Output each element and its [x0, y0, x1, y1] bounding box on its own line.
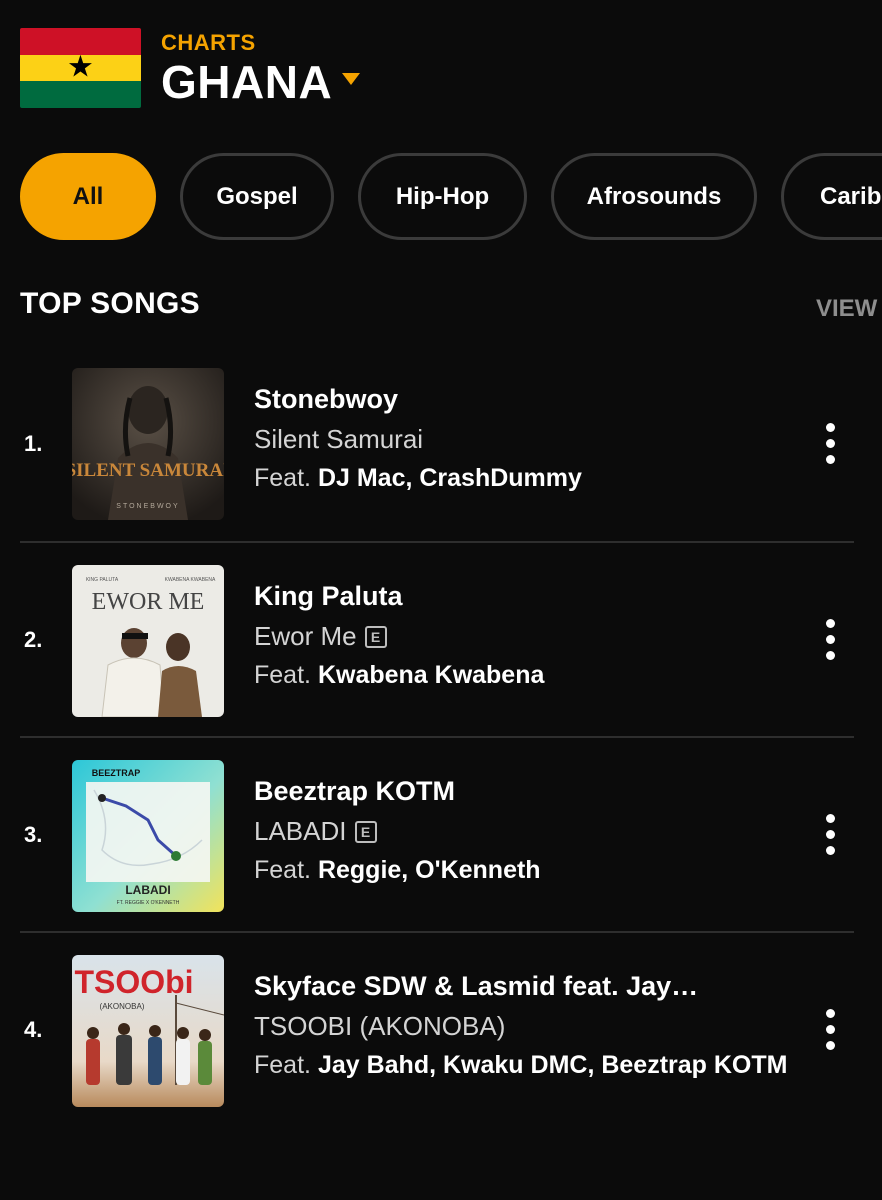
genre-pill-all[interactable]: All — [20, 153, 156, 240]
album-art-subtext-right: KWABENA KWABENA — [165, 577, 216, 583]
feat-label: Feat. — [254, 661, 311, 689]
song-artist[interactable]: Beeztrap KOTM — [254, 776, 724, 807]
song-artist[interactable]: Skyface SDW & Lasmid feat. Jay… — [254, 971, 724, 1002]
song-rank: 1. — [24, 430, 43, 456]
album-art[interactable]: TSOObi (AKONOBA) — [72, 955, 224, 1107]
album-art-subtext: FT. REGGIE X O'KENNETH — [117, 900, 180, 906]
ghana-flag-icon: ★ — [20, 28, 141, 108]
album-art-top-text: BEEZTRAP — [92, 768, 141, 778]
song-featuring: Feat. Kwabena Kwabena — [254, 661, 814, 690]
feat-artists[interactable]: Reggie, O'Kenneth — [318, 856, 541, 884]
song-featuring: Feat. Jay Bahd, Kwaku DMC, Beeztrap KOTM — [254, 1051, 814, 1080]
more-options-icon[interactable] — [812, 738, 848, 931]
song-info: Stonebwoy Silent Samurai Feat. DJ Mac, C… — [254, 384, 814, 493]
album-art[interactable]: BEEZTRAP LABADI FT. REGGIE X O'KENNETH — [72, 760, 224, 912]
caret-down-icon — [342, 73, 361, 86]
song-title[interactable]: Silent Samurai — [254, 424, 814, 455]
view-all-link[interactable]: VIEW — [816, 295, 877, 323]
song-rank: 4. — [24, 1016, 43, 1042]
genre-pill-carib[interactable]: Carib — [781, 153, 882, 240]
feat-artists[interactable]: Jay Bahd, Kwaku DMC, Beeztrap KOTM — [318, 1051, 788, 1079]
more-options-icon[interactable] — [812, 933, 848, 1126]
feat-label: Feat. — [254, 856, 311, 884]
album-art-subtext-left: KING PALUTA — [86, 577, 119, 583]
feat-label: Feat. — [254, 1051, 311, 1079]
song-title[interactable]: LABADI E — [254, 816, 814, 847]
charts-header: ★ CHARTS GHANA — [20, 28, 361, 108]
genre-filter-bar: All Gospel Hip-Hop Afrosounds Carib — [20, 153, 882, 240]
song-title[interactable]: Ewor Me E — [254, 621, 814, 652]
charts-label: CHARTS — [161, 30, 256, 55]
song-row[interactable]: 2. KING PALUTA KWABENA KWABENA EWOR ME K… — [20, 541, 854, 736]
song-title-text: Silent Samurai — [254, 424, 424, 454]
album-art-text: SILENT SAMURAI — [72, 460, 224, 481]
song-featuring: Feat. Reggie, O'Kenneth — [254, 856, 814, 885]
section-title: TOP SONGS — [20, 287, 200, 320]
title-block: CHARTS GHANA — [161, 30, 361, 108]
star-icon: ★ — [67, 50, 94, 84]
song-row[interactable]: 3. BEEZTRAP LABADI FT. REGGIE X O'KENNET… — [20, 736, 854, 931]
genre-pill-gospel[interactable]: Gospel — [180, 153, 334, 240]
feat-artists[interactable]: Kwabena Kwabena — [318, 661, 544, 689]
country-name: GHANA — [161, 56, 333, 108]
album-art[interactable]: KING PALUTA KWABENA KWABENA EWOR ME — [72, 565, 224, 717]
feat-artists[interactable]: DJ Mac, CrashDummy — [318, 464, 582, 492]
song-title-text: Ewor Me — [254, 621, 357, 651]
album-art-subtext: (AKONOBA) — [100, 1002, 145, 1011]
album-art-subtext: STONEBWOY — [116, 503, 179, 510]
more-options-icon[interactable] — [812, 543, 848, 736]
explicit-badge-icon: E — [364, 625, 387, 648]
song-row[interactable]: 4. TSOObi (AKONOBA) Skyface SDW & Lasmid… — [20, 931, 854, 1126]
charts-page: ★ CHARTS GHANA All Gospel Hip-Hop Afroso… — [0, 0, 882, 1200]
song-info: Beeztrap KOTM LABADI E Feat. Reggie, O'K… — [254, 776, 814, 885]
song-rank: 2. — [24, 626, 43, 652]
song-info: King Paluta Ewor Me E Feat. Kwabena Kwab… — [254, 581, 814, 690]
album-art-text: LABADI — [125, 883, 170, 897]
genre-pill-hip-hop[interactable]: Hip-Hop — [358, 153, 527, 240]
song-list: 1. SILENT SAMURAI STONEBWOY Stonebwoy Si… — [20, 346, 854, 1126]
album-art[interactable]: SILENT SAMURAI STONEBWOY — [72, 368, 224, 520]
album-art-text: EWOR ME — [92, 589, 205, 615]
song-title[interactable]: TSOOBI (AKONOBA) — [254, 1011, 814, 1042]
song-artist[interactable]: King Paluta — [254, 581, 724, 612]
country-selector[interactable]: GHANA — [161, 56, 361, 108]
more-options-icon[interactable] — [812, 346, 848, 541]
genre-pill-afrosounds[interactable]: Afrosounds — [551, 153, 757, 240]
song-title-text: TSOOBI (AKONOBA) — [254, 1011, 506, 1041]
song-featuring: Feat. DJ Mac, CrashDummy — [254, 464, 814, 493]
song-rank: 3. — [24, 821, 43, 847]
song-info: Skyface SDW & Lasmid feat. Jay… TSOOBI (… — [254, 971, 814, 1080]
song-artist[interactable]: Stonebwoy — [254, 384, 724, 415]
song-row[interactable]: 1. SILENT SAMURAI STONEBWOY Stonebwoy Si… — [20, 346, 854, 541]
feat-label: Feat. — [254, 464, 311, 492]
explicit-badge-icon: E — [354, 820, 377, 843]
song-title-text: LABADI — [254, 816, 347, 846]
album-art-text: TSOObi — [74, 964, 193, 1000]
